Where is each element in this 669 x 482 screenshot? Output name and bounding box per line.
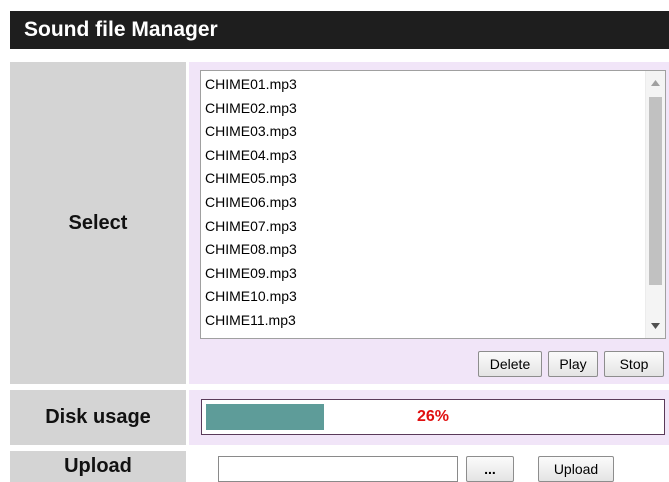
- stop-button[interactable]: Stop: [604, 351, 664, 377]
- list-item[interactable]: CHIME08.mp3: [205, 238, 644, 262]
- list-item[interactable]: CHIME10.mp3: [205, 285, 644, 309]
- list-item[interactable]: CHIME02.mp3: [205, 97, 644, 121]
- upload-file-input[interactable]: [218, 456, 458, 482]
- disk-usage-percent: 26%: [416, 408, 450, 425]
- browse-button[interactable]: ...: [466, 456, 514, 482]
- select-row-label: Select: [10, 62, 186, 384]
- page-title: Sound file Manager: [10, 11, 669, 49]
- upload-row-label: Upload: [10, 451, 186, 482]
- list-item[interactable]: CHIME04.mp3: [205, 144, 644, 168]
- scroll-up-arrow-icon[interactable]: [646, 75, 665, 91]
- list-item[interactable]: CHIME06.mp3: [205, 191, 644, 215]
- list-item[interactable]: CHIME01.mp3: [205, 73, 644, 97]
- list-scrollbar[interactable]: [645, 71, 665, 338]
- select-label: Select: [68, 211, 128, 234]
- delete-button[interactable]: Delete: [478, 351, 542, 377]
- list-item[interactable]: CHIME07.mp3: [205, 215, 644, 239]
- sound-file-list[interactable]: CHIME01.mp3 CHIME02.mp3 CHIME03.mp3 CHIM…: [200, 70, 666, 339]
- play-button[interactable]: Play: [548, 351, 598, 377]
- list-item[interactable]: CHIME11.mp3: [205, 309, 644, 333]
- disk-usage-bar: 26%: [201, 399, 665, 435]
- upload-button[interactable]: Upload: [538, 456, 614, 482]
- scroll-down-arrow-icon[interactable]: [646, 318, 665, 334]
- sound-file-items: CHIME01.mp3 CHIME02.mp3 CHIME03.mp3 CHIM…: [201, 71, 644, 338]
- disk-usage-row-label: Disk usage: [10, 390, 186, 445]
- list-item[interactable]: CHIME05.mp3: [205, 167, 644, 191]
- list-item[interactable]: CHIME09.mp3: [205, 262, 644, 286]
- upload-label: Upload: [64, 455, 132, 477]
- disk-usage-label: Disk usage: [45, 406, 151, 428]
- list-item[interactable]: CHIME03.mp3: [205, 120, 644, 144]
- scroll-thumb[interactable]: [649, 97, 662, 285]
